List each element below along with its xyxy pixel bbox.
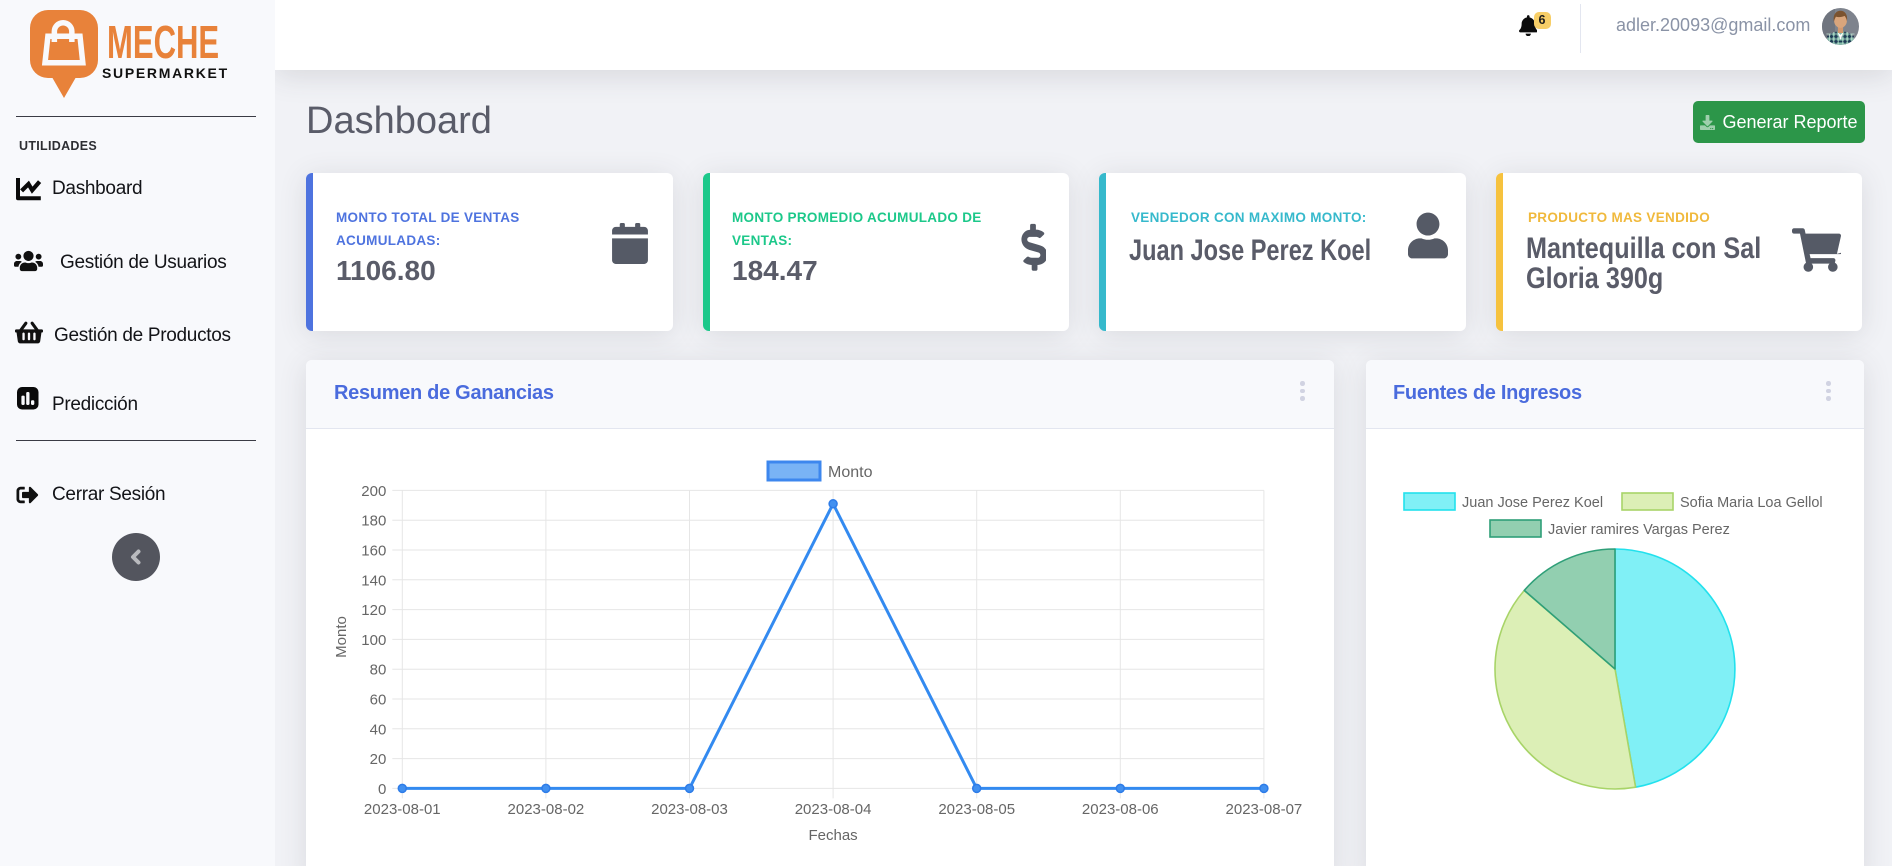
svg-text:0: 0 <box>378 781 386 798</box>
svg-text:Javier ramires Vargas Perez: Javier ramires Vargas Perez <box>1548 522 1730 538</box>
svg-text:140: 140 <box>361 572 386 589</box>
svg-text:40: 40 <box>370 721 387 738</box>
svg-text:2023-08-01: 2023-08-01 <box>364 801 441 818</box>
svg-text:Sofia Maria Loa Gellol: Sofia Maria Loa Gellol <box>1680 495 1823 511</box>
svg-text:2023-08-07: 2023-08-07 <box>1226 801 1303 818</box>
svg-text:2023-08-03: 2023-08-03 <box>651 801 728 818</box>
svg-text:2023-08-05: 2023-08-05 <box>938 801 1015 818</box>
svg-text:60: 60 <box>370 692 387 709</box>
svg-text:180: 180 <box>361 513 386 530</box>
svg-text:200: 200 <box>361 483 386 500</box>
svg-text:120: 120 <box>361 602 386 619</box>
svg-text:100: 100 <box>361 632 386 649</box>
svg-text:Juan Jose Perez Koel: Juan Jose Perez Koel <box>1462 495 1603 511</box>
svg-text:Monto: Monto <box>828 464 873 481</box>
svg-text:Fechas: Fechas <box>808 827 857 844</box>
svg-text:160: 160 <box>361 543 386 560</box>
svg-text:2023-08-06: 2023-08-06 <box>1082 801 1159 818</box>
svg-text:20: 20 <box>370 751 387 768</box>
svg-text:2023-08-02: 2023-08-02 <box>508 801 585 818</box>
svg-text:Monto: Monto <box>333 616 350 658</box>
svg-text:80: 80 <box>370 662 387 679</box>
svg-text:2023-08-04: 2023-08-04 <box>795 801 872 818</box>
